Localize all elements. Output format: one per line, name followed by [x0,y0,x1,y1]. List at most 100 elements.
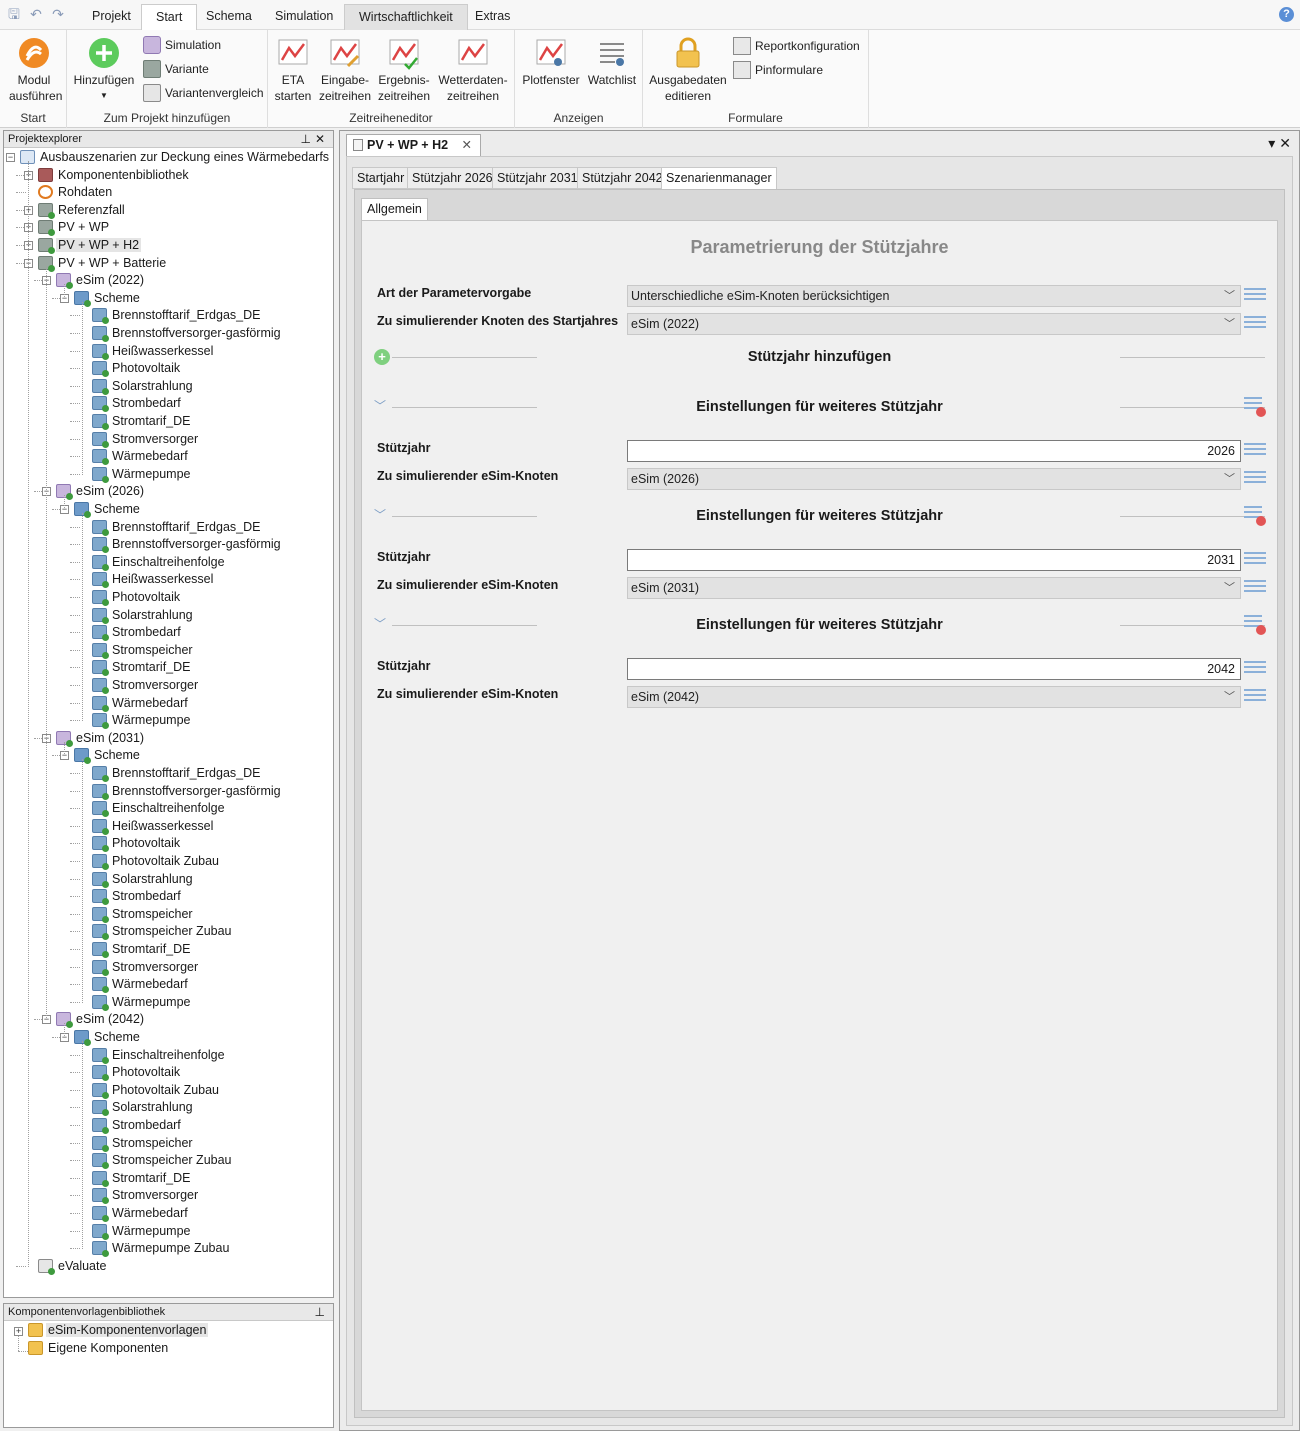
tree-item-component[interactable]: Brennstoffversorger-gasförmig [92,325,283,342]
tree-item-component[interactable]: Photovoltaik [92,360,182,378]
menu-tab-schema[interactable]: Schema [192,4,266,30]
tree-item-component[interactable]: Brennstofftarif_Erdgas_DE [92,765,262,782]
tree-item-scheme[interactable]: Scheme [74,290,142,307]
year-input-2026[interactable]: 2026 [627,440,1241,462]
row-menu-icon[interactable] [1244,552,1266,570]
start-knoten-select[interactable]: eSim (2022) ﹀ [627,313,1241,335]
tree-item-scheme[interactable]: Scheme [74,747,142,765]
tree-item-component[interactable]: Stromspeicher [92,642,195,659]
menu-tab-start[interactable]: Start [141,4,198,30]
save-icon[interactable]: 🖫 [6,6,22,22]
row-menu-icon[interactable] [1244,443,1266,461]
collapse-chevron-icon[interactable]: ﹀ [374,506,386,523]
tree-item-component[interactable]: Photovoltaik Zubau [92,1082,221,1099]
row-menu-icon[interactable] [1244,471,1266,489]
subtab-stuetzjahr-2026[interactable]: Stützjahr 2026 [407,167,498,189]
tree-item-component[interactable]: Strombedarf [92,624,183,642]
tree-item-component[interactable]: Stromtarif_DE [92,941,193,958]
eta-starten-button[interactable]: ETA starten [272,36,314,104]
tree-item-component[interactable]: Wärmepumpe Zubau [92,1240,231,1258]
pin-icon[interactable]: ⊥ [300,132,314,146]
year-input-2031[interactable]: 2031 [627,549,1241,571]
tree-item-component[interactable]: Photovoltaik [92,589,182,606]
tree-item-evaluate[interactable]: eValuate [38,1258,108,1275]
row-menu-icon[interactable] [1244,288,1266,306]
tree-item-component[interactable]: Stromspeicher Zubau [92,923,234,941]
tree-item-component[interactable]: Brennstofftarif_Erdgas_DE [92,307,262,325]
eingabezeitreihen-button[interactable]: Eingabe- zeitreihen [318,36,372,104]
tree-item-component[interactable]: Strombedarf [92,888,183,906]
year-input-2042[interactable]: 2042 [627,658,1241,680]
tree-item-component[interactable]: Wärmepumpe [92,1223,193,1240]
tree-item-component[interactable]: Brennstoffversorger-gasförmig [92,536,283,554]
tree-item-component[interactable]: Photovoltaik Zubau [92,853,221,870]
undo-icon[interactable]: ↶ [28,6,44,22]
add-stuetzjahr-icon[interactable]: + [374,349,390,365]
ausgabedaten-editieren-button[interactable]: Ausgabedaten editieren [647,36,729,104]
library-item-esim-vorlagen[interactable]: eSim-Komponentenvorlagen [28,1322,209,1339]
expand-toggle[interactable]: − [6,153,15,162]
tree-item-component[interactable]: Solarstrahlung [92,607,195,624]
tree-item-component[interactable]: Wärmepumpe [92,466,193,483]
subtab-startjahr[interactable]: Startjahr [352,167,410,189]
tree-item-component[interactable]: Heißwasserkessel [92,818,215,835]
modul-ausfuehren-button[interactable]: Modul ausführen [4,36,64,104]
row-menu-icon[interactable] [1244,316,1266,334]
library-item-eigene[interactable]: Eigene Komponenten [28,1340,170,1357]
tree-item-rohdaten[interactable]: Rohdaten [38,184,114,201]
row-menu-icon[interactable] [1244,580,1266,598]
collapse-chevron-icon[interactable]: ﹀ [374,615,386,632]
tree-item-komponentenbibliothek[interactable]: Komponentenbibliothek [38,167,191,184]
tree-item-referenzfall[interactable]: Referenzfall [38,202,127,219]
tab-list-icon[interactable]: ▾ [1268,135,1279,151]
menu-tab-projekt[interactable]: Projekt [78,4,145,30]
tree-item-esim[interactable]: eSim (2022) [56,272,146,290]
tab-allgemein[interactable]: Allgemein [361,198,428,220]
tree-item-component[interactable]: Solarstrahlung [92,378,195,395]
tree-item-component[interactable]: Stromspeicher [92,906,195,923]
tree-item-component[interactable]: Stromspeicher Zubau [92,1152,234,1170]
tree-item-esim[interactable]: eSim (2042) [56,1011,146,1029]
art-select[interactable]: Unterschiedliche eSim-Knoten berücksicht… [627,285,1241,307]
ergebniszeitreihen-button[interactable]: Ergebnis- zeitreihen [376,36,432,104]
tree-item-component[interactable]: Stromversorger [92,677,200,694]
hinzufuegen-button[interactable]: Hinzufügen ▼ [71,36,137,104]
tree-item-pv-wp-h2[interactable]: PV + WP + H2 [38,237,142,254]
pinformulare-button[interactable]: Pinformulare [733,60,823,80]
row-menu-icon[interactable] [1244,661,1266,679]
tree-item-component[interactable]: Einschaltreihenfolge [92,800,227,818]
help-icon[interactable]: ? [1279,7,1294,22]
tree-item-pv-wp-batterie[interactable]: PV + WP + Batterie [38,255,168,272]
close-icon[interactable]: ✕ [315,132,329,146]
reportkonfiguration-button[interactable]: Reportkonfiguration [733,36,860,56]
subtab-szenarienmanager[interactable]: Szenarienmanager [661,167,777,190]
redo-icon[interactable]: ↷ [50,6,66,22]
collapse-chevron-icon[interactable]: ﹀ [374,397,386,414]
close-tab-icon[interactable]: ✕ [462,138,472,152]
tree-item-component[interactable]: Strombedarf [92,395,183,413]
tree-item-component[interactable]: Wärmepumpe [92,994,193,1011]
tree-item-component[interactable]: Photovoltaik [92,835,182,853]
tree-item-component[interactable]: Brennstoffversorger-gasförmig [92,783,283,800]
pin-icon[interactable]: ⊥ [315,1305,329,1319]
tree-item-component[interactable]: Wärmebedarf [92,976,190,994]
plotfenster-button[interactable]: Plotfenster [519,36,583,88]
tree-item-root[interactable]: Ausbauszenarien zur Deckung eines Wärmeb… [20,149,331,166]
tree-item-component[interactable]: Stromversorger [92,431,200,448]
tree-item-component[interactable]: Wärmepumpe [92,712,193,730]
tree-item-component[interactable]: Heißwasserkessel [92,343,215,360]
variantenvergleich-button[interactable]: Variantenvergleich [143,83,264,103]
remove-stuetzjahr-icon[interactable] [1244,397,1266,417]
knoten-select-2031[interactable]: eSim (2031) ﹀ [627,577,1241,599]
knoten-select-2026[interactable]: eSim (2026) ﹀ [627,468,1241,490]
tree-item-component[interactable]: Solarstrahlung [92,871,195,888]
document-tab[interactable]: PV + WP + H2 ✕ [346,134,482,156]
simulation-button[interactable]: Simulation [143,35,221,55]
tree-item-component[interactable]: Stromtarif_DE [92,659,193,677]
tree-item-pv-wp[interactable]: PV + WP [38,219,111,237]
expand-toggle[interactable]: + [14,1327,23,1336]
close-icon[interactable]: ✕ [1279,135,1295,151]
subtab-stuetzjahr-2042[interactable]: Stützjahr 2042 [577,167,668,189]
tree-item-component[interactable]: Stromspeicher [92,1135,195,1152]
tree-item-component[interactable]: Strombedarf [92,1117,183,1134]
